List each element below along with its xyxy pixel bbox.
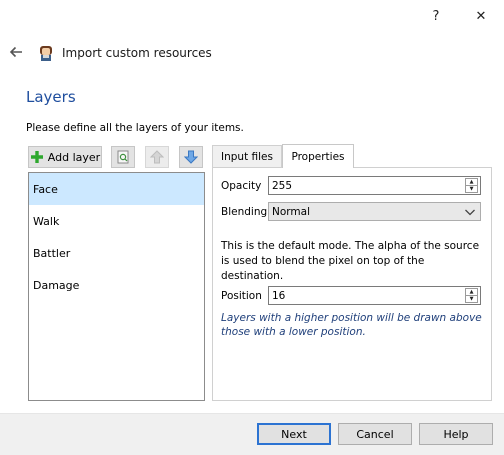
opacity-label: Opacity [221, 180, 262, 192]
blending-select[interactable]: Normal [268, 202, 481, 221]
chevron-down-icon [465, 209, 475, 215]
move-down-button[interactable] [179, 146, 203, 168]
list-item[interactable]: Walk [29, 205, 204, 237]
list-item[interactable]: Battler [29, 237, 204, 269]
back-arrow-icon [9, 46, 22, 58]
position-spinbox[interactable]: 16 ▲ ▼ [268, 286, 481, 305]
tab-properties[interactable]: Properties [282, 144, 354, 168]
spin-arrows-icon[interactable]: ▲ ▼ [465, 288, 478, 303]
back-button[interactable] [8, 44, 24, 60]
preview-layer-button[interactable] [111, 146, 135, 168]
wizard-title: Import custom resources [62, 46, 212, 60]
tab-input-files[interactable]: Input files [212, 145, 282, 167]
next-button[interactable]: Next [257, 423, 331, 445]
add-layer-label: Add layer [47, 150, 101, 164]
add-layer-button[interactable]: Add layer [28, 146, 102, 168]
move-up-button[interactable] [145, 146, 169, 168]
spin-arrows-icon[interactable]: ▲ ▼ [465, 178, 478, 193]
image-search-icon [117, 150, 129, 164]
section-title: Layers [26, 88, 76, 106]
position-value: 16 [272, 289, 286, 302]
position-note: Layers with a higher position will be dr… [221, 312, 482, 338]
help-dialog-button[interactable]: Help [419, 423, 493, 445]
opacity-spinbox[interactable]: 255 ▲ ▼ [268, 176, 481, 195]
list-item[interactable]: Face [29, 173, 204, 205]
arrow-up-icon [150, 150, 164, 164]
cancel-button[interactable]: Cancel [338, 423, 412, 445]
blending-label: Blending [221, 206, 268, 218]
help-button[interactable]: ? [422, 4, 450, 28]
blending-description: This is the default mode. The alpha of t… [221, 240, 480, 282]
position-label: Position [221, 290, 262, 302]
layer-list[interactable]: Face Walk Battler Damage [28, 172, 205, 401]
opacity-value: 255 [272, 179, 293, 192]
list-item[interactable]: Damage [29, 269, 204, 301]
plus-icon [30, 151, 43, 163]
close-button[interactable]: ✕ [467, 4, 495, 28]
blending-value: Normal [272, 205, 310, 218]
section-description: Please define all the layers of your ite… [26, 122, 244, 134]
character-icon [37, 44, 55, 62]
arrow-down-icon [184, 150, 198, 164]
